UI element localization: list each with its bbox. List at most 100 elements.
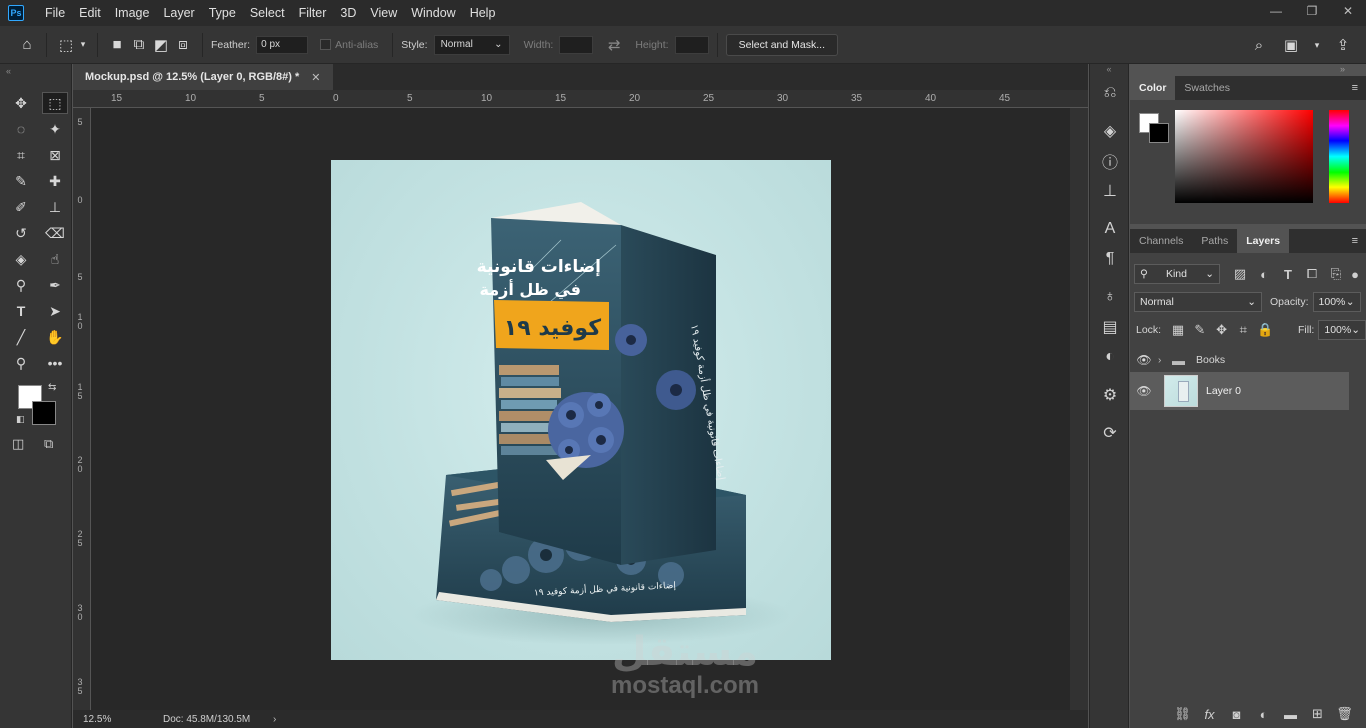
select-and-mask-button[interactable]: Select and Mask... bbox=[725, 33, 838, 56]
filter-toggle-icon[interactable]: ● bbox=[1348, 267, 1362, 282]
filter-type-icon[interactable]: T bbox=[1276, 267, 1300, 282]
intersect-selection-icon[interactable]: ⧈ bbox=[172, 34, 194, 56]
menu-image[interactable]: Image bbox=[108, 6, 157, 20]
character-icon[interactable]: A bbox=[1090, 214, 1130, 244]
frame-tool-icon[interactable]: ⊠ bbox=[42, 144, 68, 166]
crop-tool-icon[interactable]: ⌗ bbox=[8, 144, 34, 166]
hand-tool-icon[interactable]: ✋ bbox=[42, 326, 68, 348]
zoom-tool-icon[interactable]: ⚲ bbox=[8, 352, 34, 374]
menu-3d[interactable]: 3D bbox=[333, 6, 363, 20]
adjustments-icon[interactable]: ◐ bbox=[1090, 342, 1130, 372]
add-mask-icon[interactable]: ◙ bbox=[1223, 707, 1250, 722]
tab-channels[interactable]: Channels bbox=[1130, 229, 1192, 253]
tab-swatches[interactable]: Swatches bbox=[1175, 76, 1239, 100]
collapse-icon[interactable]: « bbox=[6, 66, 11, 76]
menu-type[interactable]: Type bbox=[202, 6, 243, 20]
opacity-input[interactable]: 100% ⌄ bbox=[1312, 292, 1361, 312]
add-to-selection-icon[interactable]: ⧉ bbox=[128, 34, 150, 56]
menu-window[interactable]: Window bbox=[404, 6, 462, 20]
tab-color[interactable]: Color bbox=[1130, 76, 1176, 100]
subtract-from-selection-icon[interactable]: ◩ bbox=[150, 34, 172, 56]
workspace-icon[interactable]: ▣ bbox=[1280, 34, 1302, 56]
pen-tool-icon[interactable]: ✒ bbox=[42, 274, 68, 296]
panel-menu-icon[interactable]: ≡ bbox=[1352, 82, 1358, 94]
dodge-tool-icon[interactable]: ⚲ bbox=[8, 274, 34, 296]
color-field[interactable] bbox=[1175, 110, 1313, 203]
filter-kind-select[interactable]: ⚲ Kind ⌄ bbox=[1134, 264, 1220, 284]
brush-tool-icon[interactable]: ✐ bbox=[8, 196, 34, 218]
style-select[interactable]: Normal ⌄ bbox=[433, 34, 510, 55]
height-input[interactable] bbox=[674, 35, 709, 54]
actions-icon[interactable]: ⟳ bbox=[1090, 418, 1130, 448]
chevron-right-icon[interactable]: › bbox=[1158, 355, 1172, 366]
width-input[interactable] bbox=[559, 35, 594, 54]
minimize-button[interactable]: — bbox=[1258, 0, 1294, 22]
clone-stamp-tool-icon[interactable]: ⊥ bbox=[42, 196, 68, 218]
more-tools-icon[interactable]: ••• bbox=[42, 352, 68, 374]
lock-all-icon[interactable]: 🔒 bbox=[1254, 322, 1276, 338]
eraser-tool-icon[interactable]: ⌫ bbox=[42, 222, 68, 244]
visibility-eye-icon[interactable]: 👁 bbox=[1130, 353, 1158, 367]
search-icon[interactable]: ⌕ bbox=[1248, 34, 1270, 56]
fill-input[interactable]: 100% ⌄ bbox=[1318, 320, 1366, 340]
chevron-right-icon[interactable]: › bbox=[273, 714, 276, 725]
default-colors-icon[interactable]: ◧ bbox=[16, 414, 25, 425]
delete-layer-icon[interactable]: 🗑 bbox=[1331, 706, 1358, 722]
document-tab[interactable]: Mockup.psd @ 12.5% (Layer 0, RGB/8#) * ✕ bbox=[73, 64, 333, 90]
healing-brush-tool-icon[interactable]: ✚ bbox=[42, 170, 68, 192]
vertical-scrollbar[interactable] bbox=[1070, 108, 1088, 710]
paint-bucket-tool-icon[interactable]: ◈ bbox=[8, 248, 34, 270]
new-group-icon[interactable]: ▬ bbox=[1277, 707, 1304, 722]
feather-input[interactable]: 0 px bbox=[256, 35, 309, 54]
lock-position-icon[interactable]: ✥ bbox=[1211, 322, 1233, 338]
lock-artboard-icon[interactable]: ⌗ bbox=[1232, 322, 1254, 338]
rectangular-marquee-tool-icon[interactable]: ⬚ bbox=[42, 92, 68, 114]
zoom-level[interactable]: 12.5% bbox=[73, 714, 143, 725]
move-tool-icon[interactable]: ✥ bbox=[8, 92, 34, 114]
filter-adjustment-icon[interactable]: ◐ bbox=[1252, 267, 1276, 282]
close-button[interactable]: ✕ bbox=[1330, 0, 1366, 22]
lock-transparent-icon[interactable]: ▦ bbox=[1167, 322, 1189, 338]
paragraph-icon[interactable]: ¶ bbox=[1090, 244, 1130, 274]
close-tab-icon[interactable]: ✕ bbox=[311, 71, 320, 84]
menu-edit[interactable]: Edit bbox=[72, 6, 108, 20]
properties-icon[interactable]: ⚙ bbox=[1090, 380, 1130, 410]
panel-menu-icon[interactable]: ≡ bbox=[1352, 235, 1358, 247]
blend-mode-select[interactable]: Normal ⌄ bbox=[1134, 292, 1262, 312]
chevron-down-icon[interactable]: ▾ bbox=[1312, 34, 1322, 56]
history-icon[interactable]: ⎌ bbox=[1090, 78, 1130, 108]
link-layers-icon[interactable]: ⛓ bbox=[1169, 706, 1196, 722]
menu-help[interactable]: Help bbox=[463, 6, 503, 20]
info-icon[interactable]: ⓘ bbox=[1090, 146, 1130, 176]
eyedropper-tool-icon[interactable]: ✎ bbox=[8, 170, 34, 192]
filter-smart-object-icon[interactable]: ⎘ bbox=[1324, 266, 1348, 282]
magic-wand-tool-icon[interactable]: ✦ bbox=[42, 118, 68, 140]
3d-icon[interactable]: ◈ bbox=[1090, 116, 1130, 146]
lasso-tool-icon[interactable]: ◌ bbox=[8, 118, 34, 140]
menu-view[interactable]: View bbox=[363, 6, 404, 20]
collapse-panels-icon[interactable]: » bbox=[1340, 64, 1345, 76]
layer-style-icon[interactable]: fx bbox=[1196, 707, 1223, 722]
collapse-icon[interactable]: « bbox=[1090, 64, 1128, 78]
photoshop-logo[interactable]: Ps bbox=[8, 5, 24, 21]
chevron-down-icon[interactable]: ▾ bbox=[77, 34, 89, 56]
tab-layers[interactable]: Layers bbox=[1237, 229, 1290, 253]
screen-mode-icon[interactable]: ⧉ bbox=[44, 436, 53, 452]
new-selection-icon[interactable]: ■ bbox=[106, 34, 128, 56]
background-color-chip[interactable] bbox=[1149, 123, 1169, 143]
menu-filter[interactable]: Filter bbox=[292, 6, 334, 20]
tab-paths[interactable]: Paths bbox=[1192, 229, 1237, 253]
menu-select[interactable]: Select bbox=[243, 6, 292, 20]
hue-slider[interactable] bbox=[1329, 110, 1349, 203]
background-color-swatch[interactable] bbox=[32, 401, 56, 425]
quick-mask-icon[interactable]: ◫ bbox=[12, 436, 24, 452]
filter-shape-icon[interactable]: ⧠ bbox=[1300, 266, 1324, 282]
filter-pixel-icon[interactable]: ▨ bbox=[1228, 266, 1252, 282]
layer-row-layer-0[interactable]: 👁 Layer 0 bbox=[1130, 372, 1349, 410]
learn-icon[interactable]: ♁ bbox=[1090, 282, 1130, 312]
marquee-tool-preset-icon[interactable]: ⬚ bbox=[55, 34, 77, 56]
menu-file[interactable]: File bbox=[38, 6, 72, 20]
clone-source-icon[interactable]: ⊥ bbox=[1090, 176, 1130, 206]
type-tool-icon[interactable]: T bbox=[8, 300, 34, 322]
share-icon[interactable]: ⇪ bbox=[1332, 34, 1354, 56]
